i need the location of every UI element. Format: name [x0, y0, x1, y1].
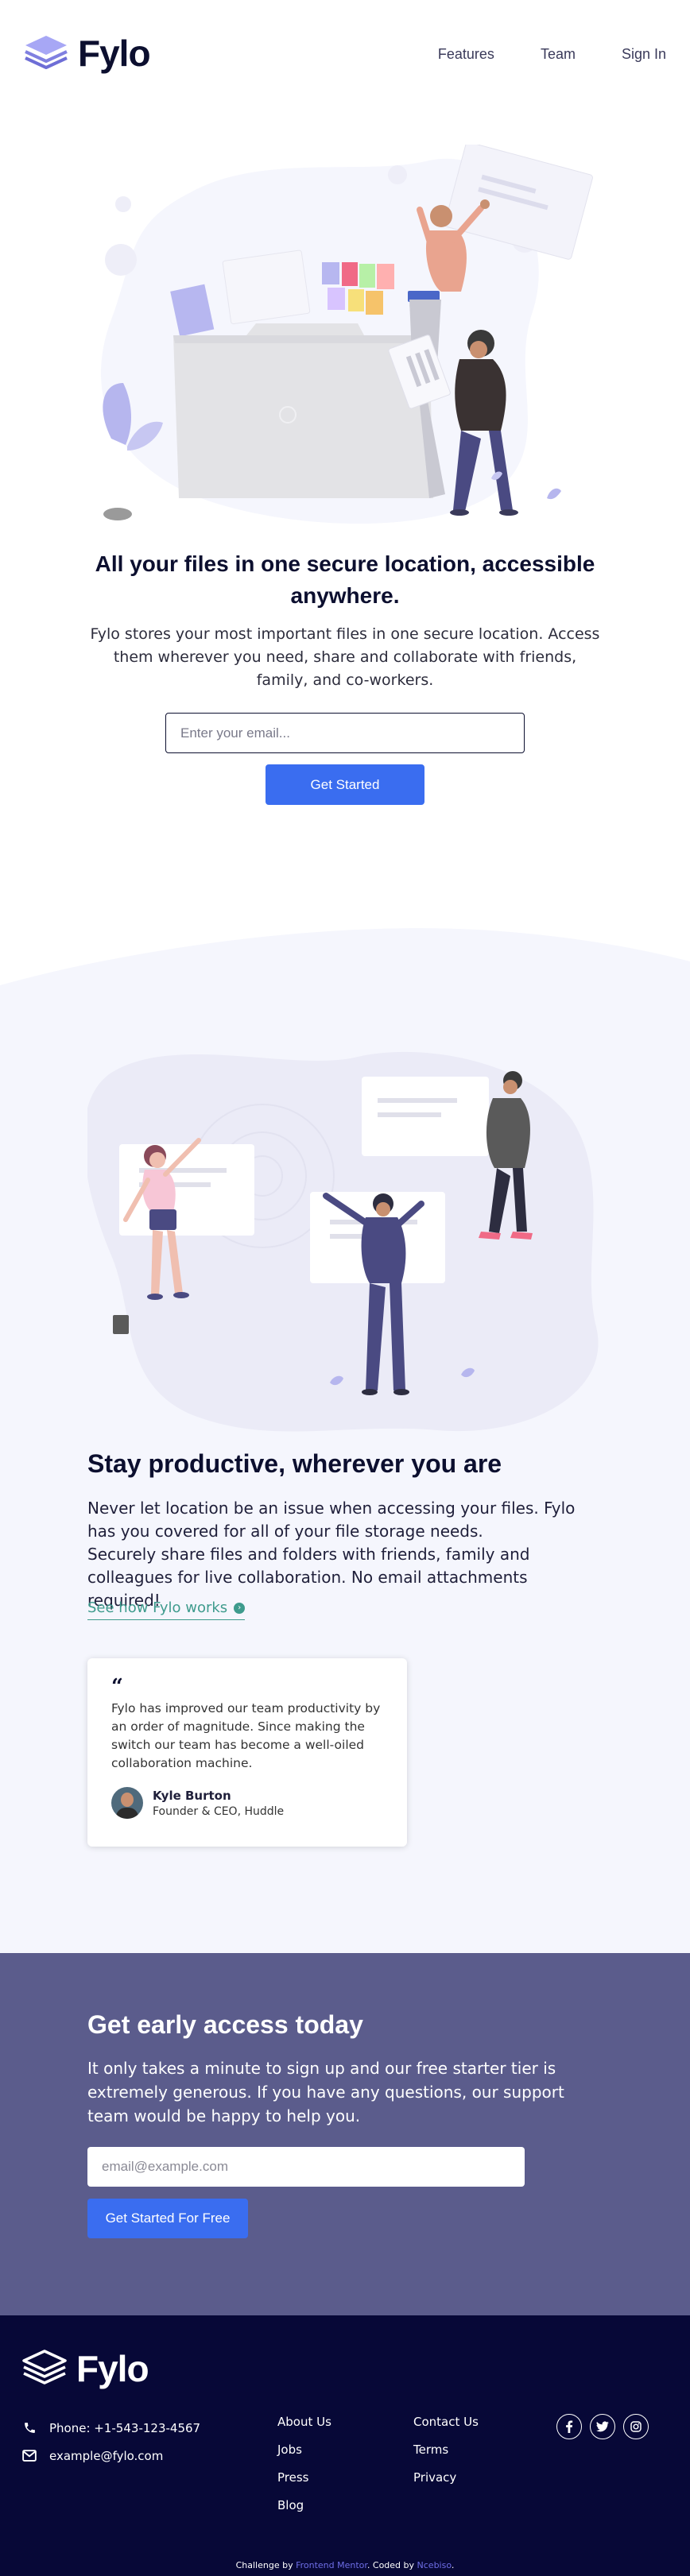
quote-icon: “ [111, 1675, 123, 1699]
footer: Fylo Phone: +1-543-123-4567 example@fylo… [0, 2315, 690, 2576]
hero-description: Fylo stores your most important files in… [90, 625, 600, 689]
frontend-mentor-link[interactable]: Frontend Mentor [296, 2560, 367, 2570]
testimonial-text: Fylo has improved our team productivity … [111, 1701, 381, 1770]
footer-links-column-1: About Us Jobs Press Blog [277, 2414, 331, 2525]
productive-description: Never let location be an issue when acce… [87, 1497, 603, 1612]
hero-illustration [100, 145, 593, 524]
footer-link-contact-us[interactable]: Contact Us [413, 2415, 479, 2429]
footer-link-about-us[interactable]: About Us [277, 2415, 331, 2429]
productive-paragraph-1: Never let location be an issue when acce… [87, 1499, 576, 1541]
footer-link-jobs[interactable]: Jobs [277, 2443, 302, 2457]
early-access-description: It only takes a minute to sign up and ou… [87, 2059, 564, 2125]
footer-links-column-2: Contact Us Terms Privacy [413, 2414, 479, 2497]
get-started-free-button[interactable]: Get Started For Free [87, 2199, 248, 2238]
page: Fylo Features Team Sign In All your file… [0, 0, 690, 2576]
productive-title: Stay productive, wherever you are [87, 1449, 502, 1478]
see-how-fylo-works-link[interactable]: See how Fylo works › [87, 1599, 246, 1620]
social-links [556, 2414, 649, 2439]
get-started-button[interactable]: Get Started [266, 764, 424, 805]
brand-name: Fylo [78, 33, 151, 74]
nav-sign-in[interactable]: Sign In [622, 46, 666, 63]
logo[interactable]: Fylo [24, 32, 151, 75]
testimonial-author: Kyle Burton Founder & CEO, Huddle [111, 1787, 383, 1819]
phone-icon [22, 2421, 37, 2435]
author-role: Founder & CEO, Huddle [153, 1804, 285, 1818]
fylo-logo-icon [24, 34, 68, 72]
footer-link-terms[interactable]: Terms [413, 2443, 448, 2457]
footer-link-privacy[interactable]: Privacy [413, 2470, 456, 2485]
testimonial-card: “ Fylo has improved our team productivit… [87, 1658, 407, 1847]
email-icon [22, 2449, 37, 2463]
header: Fylo Features Team Sign In [0, 0, 690, 105]
productive-illustration [87, 1051, 599, 1432]
twitter-icon[interactable] [590, 2414, 615, 2439]
hero-title: All your files in one secure location, a… [95, 551, 595, 608]
attribution-middle: . Coded by [366, 2560, 417, 2570]
contact-email: example@fylo.com [22, 2442, 200, 2470]
nav-features[interactable]: Features [438, 46, 494, 63]
contact-phone: Phone: +1-543-123-4567 [22, 2414, 200, 2442]
attribution: Challenge by Frontend Mentor. Coded by N… [0, 2560, 690, 2570]
footer-logo[interactable]: Fylo [22, 2347, 149, 2390]
author-name: Kyle Burton [153, 1788, 231, 1803]
main-nav: Features Team Sign In [438, 46, 666, 63]
attribution-prefix: Challenge by [235, 2560, 297, 2570]
early-access-email-input[interactable] [87, 2147, 525, 2187]
early-access-title: Get early access today [87, 2010, 363, 2039]
instagram-icon[interactable] [623, 2414, 649, 2439]
fylo-logo-icon [22, 2350, 67, 2388]
attribution-suffix: . [451, 2560, 455, 2570]
author-link[interactable]: Ncebiso [417, 2560, 452, 2570]
see-how-link-label: See how Fylo works [87, 1599, 228, 1616]
arrow-right-icon: › [234, 1602, 246, 1614]
facebook-icon[interactable] [556, 2414, 582, 2439]
contact-info: Phone: +1-543-123-4567 example@fylo.com [22, 2414, 200, 2470]
email-address: example@fylo.com [49, 2448, 164, 2463]
avatar [111, 1787, 143, 1819]
hero-email-input[interactable] [165, 713, 525, 753]
footer-link-press[interactable]: Press [277, 2470, 308, 2485]
phone-number: Phone: +1-543-123-4567 [49, 2420, 201, 2435]
footer-link-blog[interactable]: Blog [277, 2498, 304, 2512]
nav-team[interactable]: Team [541, 46, 576, 63]
early-access-section: Get early access today It only takes a m… [0, 1953, 690, 2315]
footer-brand-name: Fylo [76, 2348, 149, 2389]
